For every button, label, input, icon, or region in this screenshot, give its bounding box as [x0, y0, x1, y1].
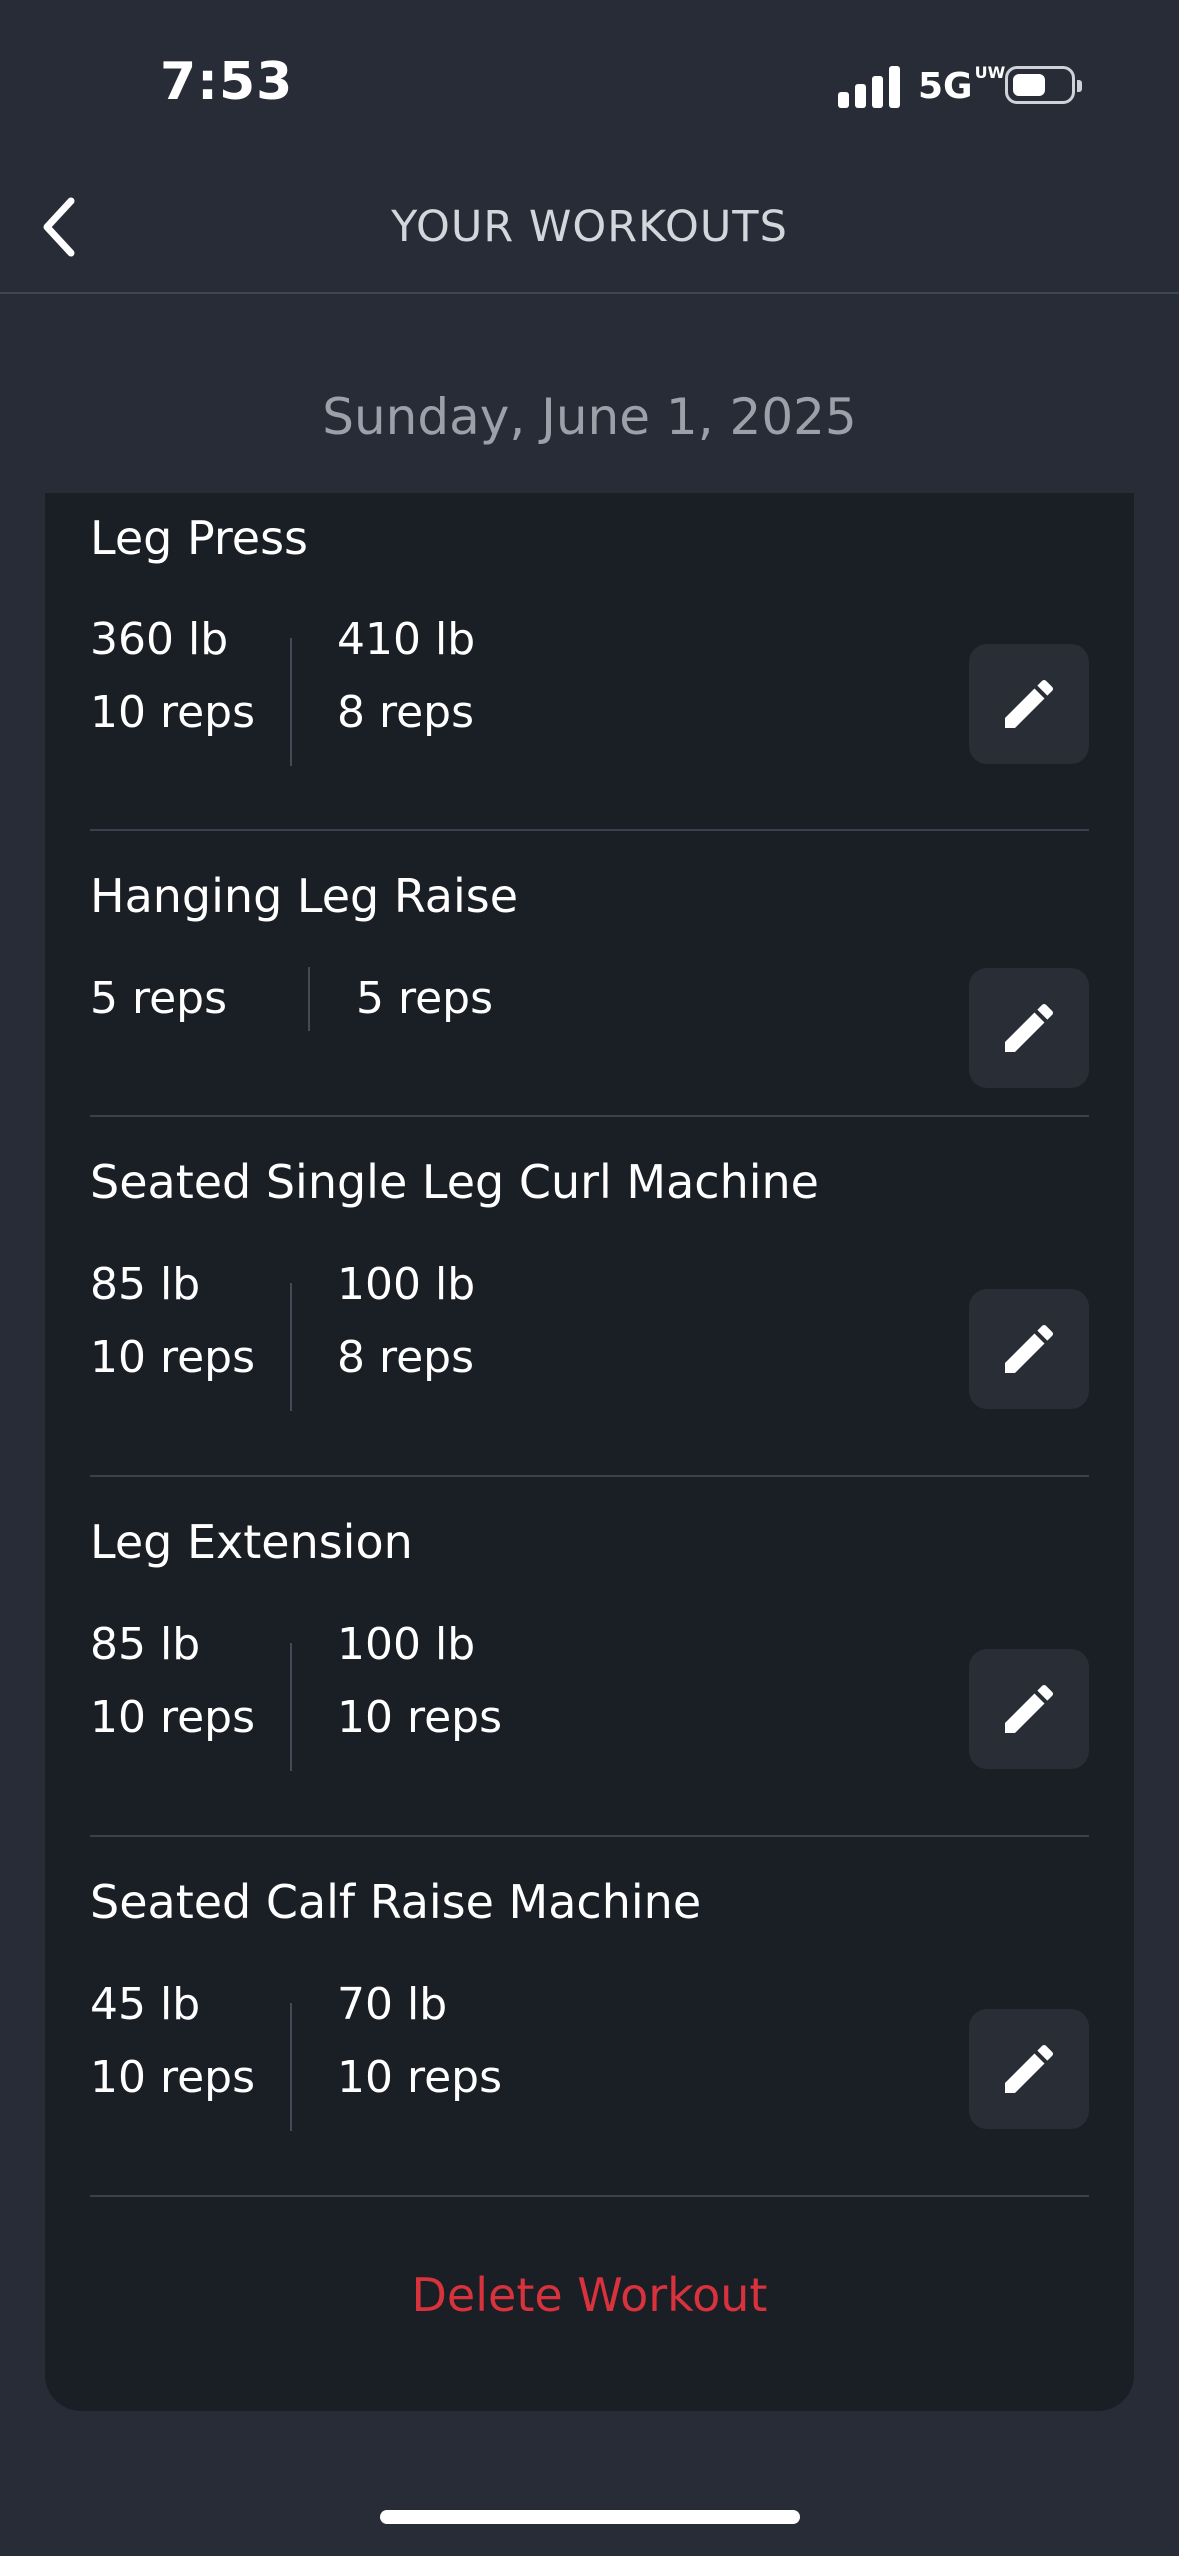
edit-button[interactable]: [969, 644, 1089, 764]
set-weight: 45 lb: [90, 1979, 201, 2030]
workout-card: Leg Press 360 lb 10 reps 410 lb 8 reps H…: [45, 493, 1134, 2411]
set-reps: 10 reps: [90, 687, 256, 738]
edit-button[interactable]: [969, 968, 1089, 1088]
page-title: YOUR WORKOUTS: [391, 202, 788, 252]
set-reps: 10 reps: [90, 1332, 256, 1383]
home-indicator[interactable]: [380, 2510, 800, 2524]
set-reps: 10 reps: [90, 2052, 256, 2103]
set-divider: [290, 1643, 292, 1771]
set-weight: 85 lb: [90, 1619, 201, 1670]
pencil-icon: [1005, 679, 1054, 728]
set-weight: 360 lb: [90, 614, 229, 665]
set-1: 360 lb 10 reps: [90, 603, 255, 749]
set-weight: 100 lb: [337, 1619, 476, 1670]
status-time: 7:53: [160, 52, 294, 112]
pencil-icon: [1005, 2044, 1054, 2093]
pencil-icon: [1005, 1684, 1054, 1733]
signal-icon: [838, 66, 900, 108]
pencil-icon: [1005, 1003, 1054, 1052]
set-reps: 8 reps: [337, 687, 475, 738]
workout-date: Sunday, June 1, 2025: [322, 388, 857, 446]
set-2: 70 lb 10 reps: [337, 1968, 502, 2114]
set-reps: 5 reps: [356, 973, 494, 1024]
edit-button[interactable]: [969, 1649, 1089, 1769]
set-divider: [290, 2003, 292, 2131]
network-label: 5G: [918, 66, 973, 107]
set-1: 45 lb 10 reps: [90, 1968, 255, 2114]
nav-bar: YOUR WORKOUTS: [0, 170, 1179, 294]
divider: [90, 2195, 1089, 2197]
set-2: 100 lb 10 reps: [337, 1608, 502, 1754]
edit-button[interactable]: [969, 2009, 1089, 2129]
pencil-icon: [1005, 1324, 1054, 1373]
set-divider: [290, 1283, 292, 1411]
exercise-item: Leg Press 360 lb 10 reps 410 lb 8 reps: [90, 493, 1089, 831]
set-1: 85 lb 10 reps: [90, 1248, 255, 1394]
exercise-name: Seated Calf Raise Machine: [90, 1875, 702, 1929]
exercise-name: Seated Single Leg Curl Machine: [90, 1155, 819, 1209]
exercise-item: Seated Calf Raise Machine 45 lb 10 reps …: [90, 1837, 1089, 2199]
exercise-item: Hanging Leg Raise 5 reps 5 reps: [90, 831, 1089, 1117]
battery-icon: [1005, 66, 1082, 104]
set-reps: 10 reps: [90, 1692, 256, 1743]
set-reps: 10 reps: [337, 2052, 503, 2103]
set-weight: 85 lb: [90, 1259, 201, 1310]
set-reps: 10 reps: [337, 1692, 503, 1743]
set-2: 100 lb 8 reps: [337, 1248, 475, 1394]
exercise-name: Leg Extension: [90, 1515, 413, 1569]
set-weight: 70 lb: [337, 1979, 448, 2030]
set-divider: [308, 967, 310, 1031]
set-1: 85 lb 10 reps: [90, 1608, 255, 1754]
set-weight: 410 lb: [337, 614, 476, 665]
exercise-item: Leg Extension 85 lb 10 reps 100 lb 10 re…: [90, 1477, 1089, 1837]
network-sub-label: UW: [974, 63, 1006, 82]
set-divider: [290, 638, 292, 766]
set-2: 410 lb 8 reps: [337, 603, 475, 749]
exercise-item: Seated Single Leg Curl Machine 85 lb 10 …: [90, 1117, 1089, 1477]
network-indicator: 5G UW: [918, 63, 1006, 108]
set-weight: 100 lb: [337, 1259, 476, 1310]
status-bar: 7:53 5G UW: [0, 0, 1179, 170]
set-reps: 5 reps: [90, 973, 228, 1024]
edit-button[interactable]: [969, 1289, 1089, 1409]
exercise-name: Leg Press: [90, 511, 309, 565]
delete-workout-button[interactable]: Delete Workout: [45, 2268, 1134, 2322]
set-reps: 8 reps: [337, 1332, 475, 1383]
exercise-name: Hanging Leg Raise: [90, 869, 519, 923]
set-2: 5 reps: [356, 962, 493, 1035]
set-1: 5 reps: [90, 962, 227, 1035]
